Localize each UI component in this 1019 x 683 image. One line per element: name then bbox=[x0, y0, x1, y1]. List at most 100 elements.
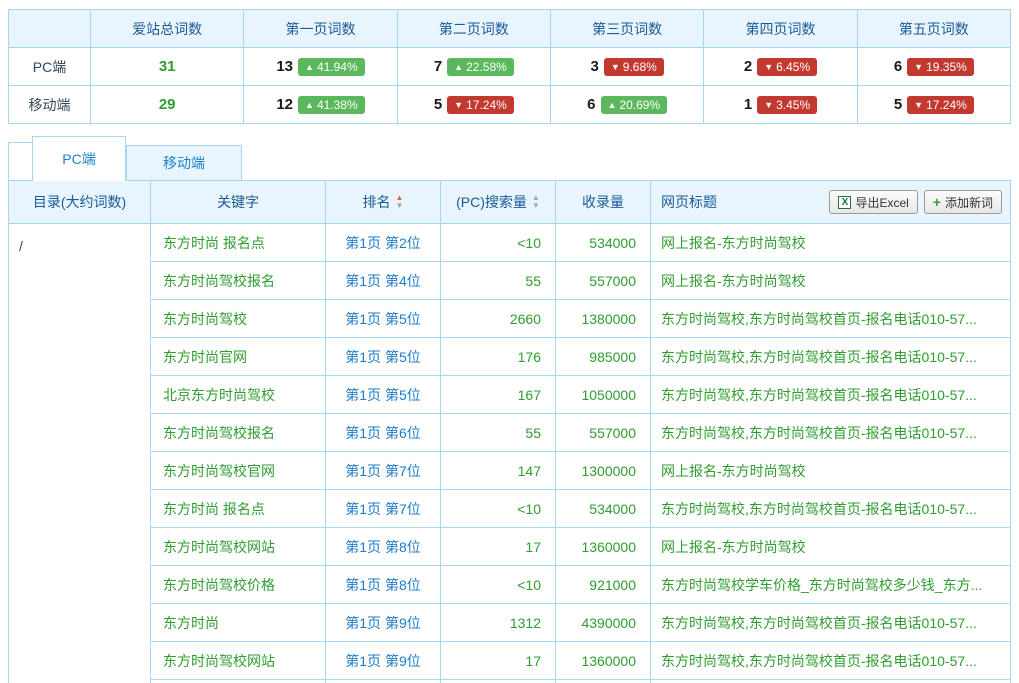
page3-count: 3 bbox=[591, 58, 599, 75]
trend-percent: 17.24% bbox=[466, 98, 507, 112]
rank-link[interactable]: 第1页 第2位 bbox=[345, 233, 420, 253]
rank-sort-icon[interactable]: ▲ ▼ bbox=[396, 194, 404, 210]
keyword-cell: 东方时尚驾校报名 bbox=[151, 414, 326, 451]
page-title-cell: 网上报名-东方时尚驾校 bbox=[651, 452, 1010, 489]
rank-cell: 第1页 第8位 bbox=[326, 566, 441, 603]
summary-page5-cell: 5 ▼ 17.24% bbox=[858, 86, 1011, 124]
rank-link[interactable]: 第1页 第5位 bbox=[345, 309, 420, 329]
trend-percent: 22.58% bbox=[466, 60, 507, 74]
trend-percent: 3.45% bbox=[776, 98, 810, 112]
page5-count: 6 bbox=[894, 58, 902, 75]
search-volume-cell: 55 bbox=[441, 414, 556, 451]
summary-total-cell: 29 bbox=[91, 86, 244, 124]
header-rank-label: 排名 bbox=[363, 192, 391, 212]
trend-badge: ▼ 3.45% bbox=[757, 96, 817, 114]
index-count-cell: 1380000 bbox=[556, 300, 651, 337]
keyword-cell: 东方时尚驾校官网 bbox=[151, 452, 326, 489]
page-title-cell: 东方时尚驾校,东方时尚驾校首页-报名电话010-57... bbox=[651, 414, 1010, 451]
header-directory: 目录(大约词数) bbox=[9, 181, 151, 223]
keyword-cell: 东方时尚驾校网站 bbox=[151, 642, 326, 679]
header-index: 收录量 bbox=[556, 181, 651, 223]
directory-cell: / bbox=[9, 224, 151, 683]
rank-cell: 第1页 第2位 bbox=[326, 224, 441, 261]
rank-cell: 第1页 第5位 bbox=[326, 300, 441, 337]
total-words-value: 31 bbox=[159, 58, 176, 75]
table-row: 东方时尚 报名点 第1页 第7位 <10 534000 东方时尚驾校,东方时尚驾… bbox=[151, 490, 1010, 528]
sort-desc-icon[interactable]: ▼ bbox=[532, 202, 540, 210]
page4-count: 2 bbox=[744, 58, 752, 75]
page-title-cell: 网上报名-东方时尚驾校 bbox=[651, 224, 1010, 261]
rank-link[interactable]: 第1页 第9位 bbox=[345, 651, 420, 671]
keyword-rows: 东方时尚 报名点 第1页 第2位 <10 534000 网上报名-东方时尚驾校 … bbox=[151, 224, 1010, 683]
search-volume-cell: 1312 bbox=[441, 604, 556, 641]
rank-link[interactable]: 第1页 第9位 bbox=[345, 613, 420, 633]
volume-sort-icon[interactable]: ▲ ▼ bbox=[532, 194, 540, 210]
trend-arrow-icon: ▼ bbox=[914, 100, 923, 110]
summary-page1-cell: 13 ▲ 41.94% bbox=[244, 48, 397, 86]
rank-link[interactable]: 第1页 第8位 bbox=[345, 575, 420, 595]
trend-percent: 9.68% bbox=[623, 60, 657, 74]
trend-percent: 41.94% bbox=[317, 60, 358, 74]
search-volume-cell: 17 bbox=[441, 528, 556, 565]
search-volume-cell: <10 bbox=[441, 490, 556, 527]
keyword-cell: 东方时尚 报名点 bbox=[151, 490, 326, 527]
rank-link[interactable]: 第1页 第8位 bbox=[345, 537, 420, 557]
summary-page4-cell: 1 ▼ 3.45% bbox=[704, 86, 857, 124]
rank-link[interactable]: 第1页 第7位 bbox=[345, 499, 420, 519]
rank-link[interactable]: 第1页 第5位 bbox=[345, 385, 420, 405]
rank-link[interactable]: 第1页 第6位 bbox=[345, 423, 420, 443]
table-row: 东方时尚 报名点 第1页 第2位 <10 534000 网上报名-东方时尚驾校 bbox=[151, 224, 1010, 262]
table-row: 东方时尚驾校 第1页 第5位 2660 1380000 东方时尚驾校,东方时尚驾… bbox=[151, 300, 1010, 338]
rank-link[interactable]: 第1页 第7位 bbox=[345, 461, 420, 481]
table-row: 北京东方时尚驾校 第1页 第5位 167 1050000 东方时尚驾校,东方时尚… bbox=[151, 376, 1010, 414]
rank-link[interactable]: 第1页 第5位 bbox=[345, 347, 420, 367]
trend-arrow-icon: ▼ bbox=[764, 62, 773, 72]
index-count-cell: 557000 bbox=[556, 414, 651, 451]
index-count-cell: 921000 bbox=[556, 566, 651, 603]
page-title-cell: 网上报名-东方时尚驾校 bbox=[651, 262, 1010, 299]
keyword-table: 目录(大约词数) 关键字 排名 ▲ ▼ (PC)搜索量 ▲ ▼ 收录量 网页标题… bbox=[8, 180, 1011, 683]
index-count-cell: 4390000 bbox=[556, 604, 651, 641]
trend-percent: 19.35% bbox=[926, 60, 967, 74]
index-count-cell: 1360000 bbox=[556, 528, 651, 565]
summary-page4-cell: 2 ▼ 6.45% bbox=[704, 48, 857, 86]
index-count-cell: 534000 bbox=[556, 224, 651, 261]
index-count-cell: 1360000 bbox=[556, 642, 651, 679]
summary-column-header: 第四页词数 bbox=[704, 10, 857, 48]
sort-desc-icon[interactable]: ▼ bbox=[396, 202, 404, 210]
page-title-cell: 东方时尚驾校,东方时尚驾校首页-报名电话010-57... bbox=[651, 604, 1010, 641]
summary-page2-cell: 5 ▼ 17.24% bbox=[398, 86, 551, 124]
tab-pc[interactable]: PC端 bbox=[32, 136, 126, 181]
page-title-cell: 网上报名-东方时尚驾校 bbox=[651, 528, 1010, 565]
summary-column-header: 第二页词数 bbox=[398, 10, 551, 48]
add-keyword-button[interactable]: + 添加新词 bbox=[924, 190, 1002, 214]
trend-arrow-icon: ▼ bbox=[914, 62, 923, 72]
trend-badge: ▼ 19.35% bbox=[907, 58, 974, 76]
summary-column-header: 爱站总词数 bbox=[91, 10, 244, 48]
excel-icon: X bbox=[838, 196, 851, 209]
total-words-value: 29 bbox=[159, 96, 176, 113]
header-volume-sort[interactable]: (PC)搜索量 ▲ ▼ bbox=[441, 181, 556, 223]
search-volume-cell: 147 bbox=[441, 452, 556, 489]
search-volume-cell: 17 bbox=[441, 642, 556, 679]
trend-badge: ▲ 41.94% bbox=[298, 58, 365, 76]
search-volume-cell: 176 bbox=[441, 338, 556, 375]
table-row: 东方时尚驾校报名 第1页 第4位 55 557000 网上报名-东方时尚驾校 bbox=[151, 262, 1010, 300]
trend-badge: ▼ 17.24% bbox=[907, 96, 974, 114]
keyword-cell: 北京东方时尚驾校 bbox=[151, 376, 326, 413]
table-row: 东方时尚驾校官网 第1页 第7位 147 1300000 网上报名-东方时尚驾校 bbox=[151, 452, 1010, 490]
keyword-table-header: 目录(大约词数) 关键字 排名 ▲ ▼ (PC)搜索量 ▲ ▼ 收录量 网页标题… bbox=[9, 181, 1010, 224]
rank-link[interactable]: 第1页 第4位 bbox=[345, 271, 420, 291]
header-rank-sort[interactable]: 排名 ▲ ▼ bbox=[326, 181, 441, 223]
table-row: 东方时尚 第1页 第9位 1312 4390000 东方时尚驾校,东方时尚驾校首… bbox=[151, 604, 1010, 642]
trend-arrow-icon: ▲ bbox=[608, 100, 617, 110]
table-toolbar: X 导出Excel + 添加新词 bbox=[829, 190, 1002, 214]
trend-badge: ▲ 41.38% bbox=[298, 96, 365, 114]
tab-mobile[interactable]: 移动端 bbox=[126, 145, 242, 180]
page-title-cell: 东方时尚驾校,东方时尚驾校首页-报名电话010-57... bbox=[651, 338, 1010, 375]
index-count-cell: 1300000 bbox=[556, 452, 651, 489]
export-excel-button[interactable]: X 导出Excel bbox=[829, 190, 917, 214]
header-title-cell: 网页标题 X 导出Excel + 添加新词 bbox=[651, 181, 1010, 223]
table-row: 东方时尚驾校网站 第1页 第8位 17 1360000 网上报名-东方时尚驾校 bbox=[151, 528, 1010, 566]
summary-page5-cell: 6 ▼ 19.35% bbox=[858, 48, 1011, 86]
